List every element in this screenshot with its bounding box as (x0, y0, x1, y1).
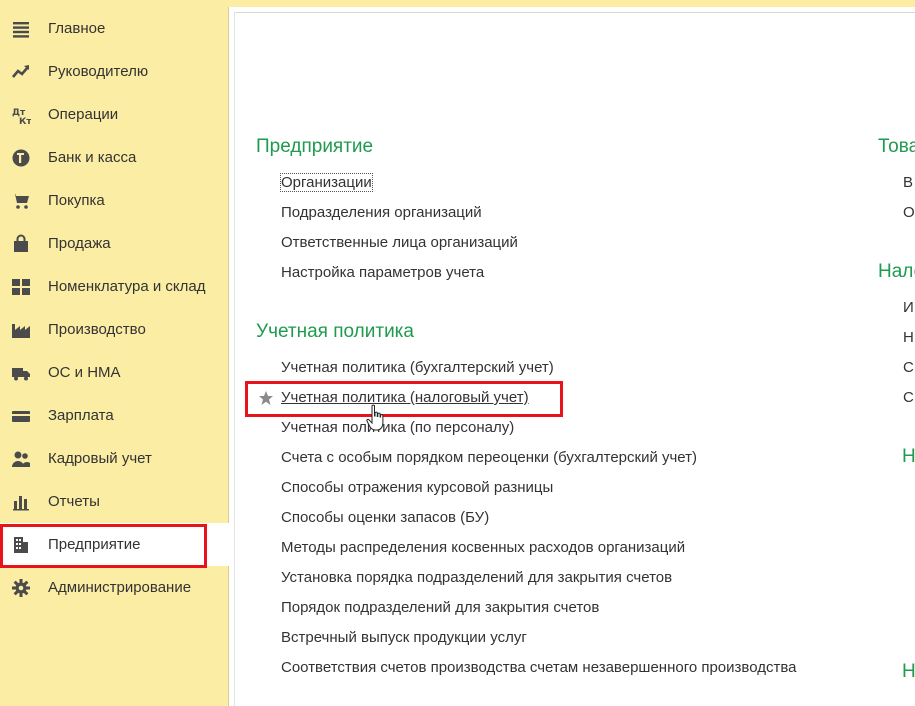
sidebar-item-bank[interactable]: Банк и касса (0, 136, 229, 179)
gear-icon (10, 577, 32, 599)
sidebar-item-label: Руководителю (48, 63, 149, 80)
sidebar-item-enterprise[interactable]: Предприятие (0, 523, 229, 566)
section-title-accounting-policy: Учетная политика (256, 321, 414, 342)
debit-credit-icon: Дт Кт (10, 104, 32, 126)
sidebar-item-label: Покупка (48, 192, 105, 209)
cart-icon (10, 190, 32, 212)
section-title-right-3: Н (902, 446, 915, 467)
link-division-order[interactable]: Порядок подразделений для закрытия счето… (281, 599, 599, 616)
sidebar-item-purchase[interactable]: Покупка (0, 179, 229, 222)
link-exchange-difference[interactable]: Способы отражения курсовой разницы (281, 479, 553, 496)
right-link-5[interactable]: С (903, 359, 915, 376)
right-link-2[interactable]: О (903, 204, 915, 221)
grid-icon (10, 276, 32, 298)
link-policy-accounting[interactable]: Учетная политика (бухгалтерский учет) (281, 359, 554, 376)
link-inventory-valuation[interactable]: Способы оценки запасов (БУ) (281, 509, 489, 526)
section-title-enterprise: Предприятие (256, 136, 374, 157)
factory-icon (10, 319, 32, 341)
star-icon[interactable] (258, 390, 274, 406)
sidebar-item-operations[interactable]: Дт Кт Операции (0, 93, 229, 136)
top-bar (0, 0, 915, 7)
sidebar-item-label: ОС и НМА (48, 364, 121, 381)
link-counter-output[interactable]: Встречный выпуск продукции услуг (281, 629, 527, 646)
section-title-taxes: Нало (878, 261, 915, 282)
sidebar-item-label: Отчеты (48, 493, 100, 510)
bar-chart-icon (10, 491, 32, 513)
sidebar-item-assets[interactable]: ОС и НМА (0, 351, 229, 394)
sidebar-item-label: Банк и касса (48, 149, 137, 166)
sidebar-item-label: Кадровый учет (48, 450, 152, 467)
link-policy-personnel[interactable]: Учетная политика (по персоналу) (281, 419, 514, 436)
sidebar-item-admin[interactable]: Администрирование (0, 566, 229, 609)
menu-lines-icon (10, 18, 32, 40)
sidebar-item-label: Главное (48, 20, 106, 37)
section-title-goods: Това (878, 136, 915, 157)
sidebar-item-production[interactable]: Производство (0, 308, 229, 351)
sidebar-item-label: Продажа (48, 235, 111, 252)
link-org-divisions[interactable]: Подразделения организаций (281, 204, 482, 221)
sidebar-item-label: Зарплата (48, 407, 114, 424)
people-icon (10, 448, 32, 470)
shopping-bag-icon (10, 233, 32, 255)
sidebar-item-nomenclature[interactable]: Номенклатура и склад (0, 265, 229, 308)
sidebar-item-label: Производство (48, 321, 146, 338)
right-link-6[interactable]: С (903, 389, 915, 406)
sidebar-item-sales[interactable]: Продажа (0, 222, 229, 265)
svg-text:Кт: Кт (19, 117, 31, 125)
link-indirect-costs[interactable]: Методы распределения косвенных расходов … (281, 539, 685, 556)
sidebar-item-label: Администрирование (48, 579, 192, 596)
truck-icon (10, 362, 32, 384)
trend-icon (10, 61, 32, 83)
link-set-division-order[interactable]: Установка порядка подразделений для закр… (281, 569, 672, 586)
building-icon (10, 534, 32, 556)
sidebar-item-salary[interactable]: Зарплата (0, 394, 229, 437)
sidebar-item-reports[interactable]: Отчеты (0, 480, 229, 523)
right-link-3[interactable]: И (903, 299, 915, 316)
wallet-icon (10, 405, 32, 427)
link-wip-accounts[interactable]: Соответствия счетов производства счетам … (281, 659, 797, 676)
link-responsible-persons[interactable]: Ответственные лица организаций (281, 234, 518, 251)
ruble-coin-icon (10, 147, 32, 169)
link-policy-tax[interactable]: Учетная политика (налоговый учет) (281, 389, 529, 406)
right-link-4[interactable]: Н (903, 329, 915, 346)
hand-cursor-icon (366, 404, 388, 432)
sidebar-item-label: Номенклатура и склад (48, 278, 206, 295)
sidebar-item-main[interactable]: Главное (0, 7, 229, 50)
link-revaluation-accounts[interactable]: Счета с особым порядком переоценки (бухг… (281, 449, 697, 466)
sidebar-item-manager[interactable]: Руководителю (0, 50, 229, 93)
link-accounting-parameters[interactable]: Настройка параметров учета (281, 264, 484, 281)
link-organizations[interactable]: Организации (280, 173, 373, 192)
section-title-right-4: Н (902, 661, 915, 682)
sidebar-item-hr[interactable]: Кадровый учет (0, 437, 229, 480)
right-link-1[interactable]: В (903, 174, 915, 191)
sidebar: Главное Руководителю Дт Кт Операции Банк … (0, 7, 229, 706)
sidebar-item-label: Предприятие (48, 536, 141, 553)
sidebar-item-label: Операции (48, 106, 119, 123)
